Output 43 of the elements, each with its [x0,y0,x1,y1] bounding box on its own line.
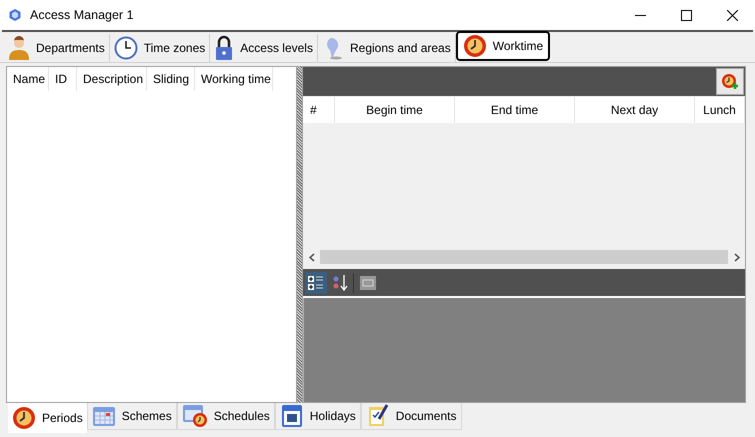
app-icon [8,8,22,22]
person-icon [8,36,30,60]
column-header[interactable]: Lunch [695,97,746,123]
column-header[interactable]: Name [7,67,49,91]
clock-add-icon [721,72,740,90]
tab[interactable]: Periods [8,403,87,433]
column-header[interactable]: Sliding [147,67,195,91]
tab[interactable]: Holidays [274,403,361,430]
column-header[interactable]: Next day [575,97,696,123]
close-icon [726,10,738,20]
tab[interactable]: Worktime [456,31,550,61]
splitter[interactable] [297,66,302,403]
tab[interactable]: Schemes [86,403,177,430]
column-header[interactable]: Begin time [335,97,456,123]
tab[interactable]: Time zones [110,34,210,62]
column-header[interactable]: # [303,97,336,123]
property-pages-icon [360,276,376,290]
maximize-icon [680,10,692,20]
column-header[interactable]: Description [77,67,147,91]
tab[interactable]: Departments [4,34,110,62]
tab[interactable]: Access levels [210,34,318,62]
chevron-left-icon [308,252,315,262]
alarm-clock-icon [12,406,36,430]
sort-down-icon [332,274,348,292]
add-period-button[interactable] [716,68,744,95]
scrollbar-thumb[interactable] [320,250,728,264]
column-header[interactable]: End time [455,97,576,123]
tab[interactable]: Documents [360,403,462,430]
calendar-icon [92,405,116,427]
column-header[interactable]: Working time [195,67,273,91]
clock-icon [114,36,138,60]
tab[interactable]: Regions and areas [318,34,456,62]
column-header[interactable]: ID [49,67,77,91]
categorized-button[interactable] [305,272,328,294]
calendar-page-icon [280,404,304,428]
chevron-right-icon [734,252,740,262]
alarm-clock-icon [462,34,487,58]
minimize-icon [634,14,646,16]
tab[interactable]: Schedules [176,403,275,430]
padlock-icon [214,35,234,61]
calendar-clock-icon [182,404,208,428]
window-title: Access Manager 1 [30,6,134,24]
categorized-list-icon [308,274,324,290]
